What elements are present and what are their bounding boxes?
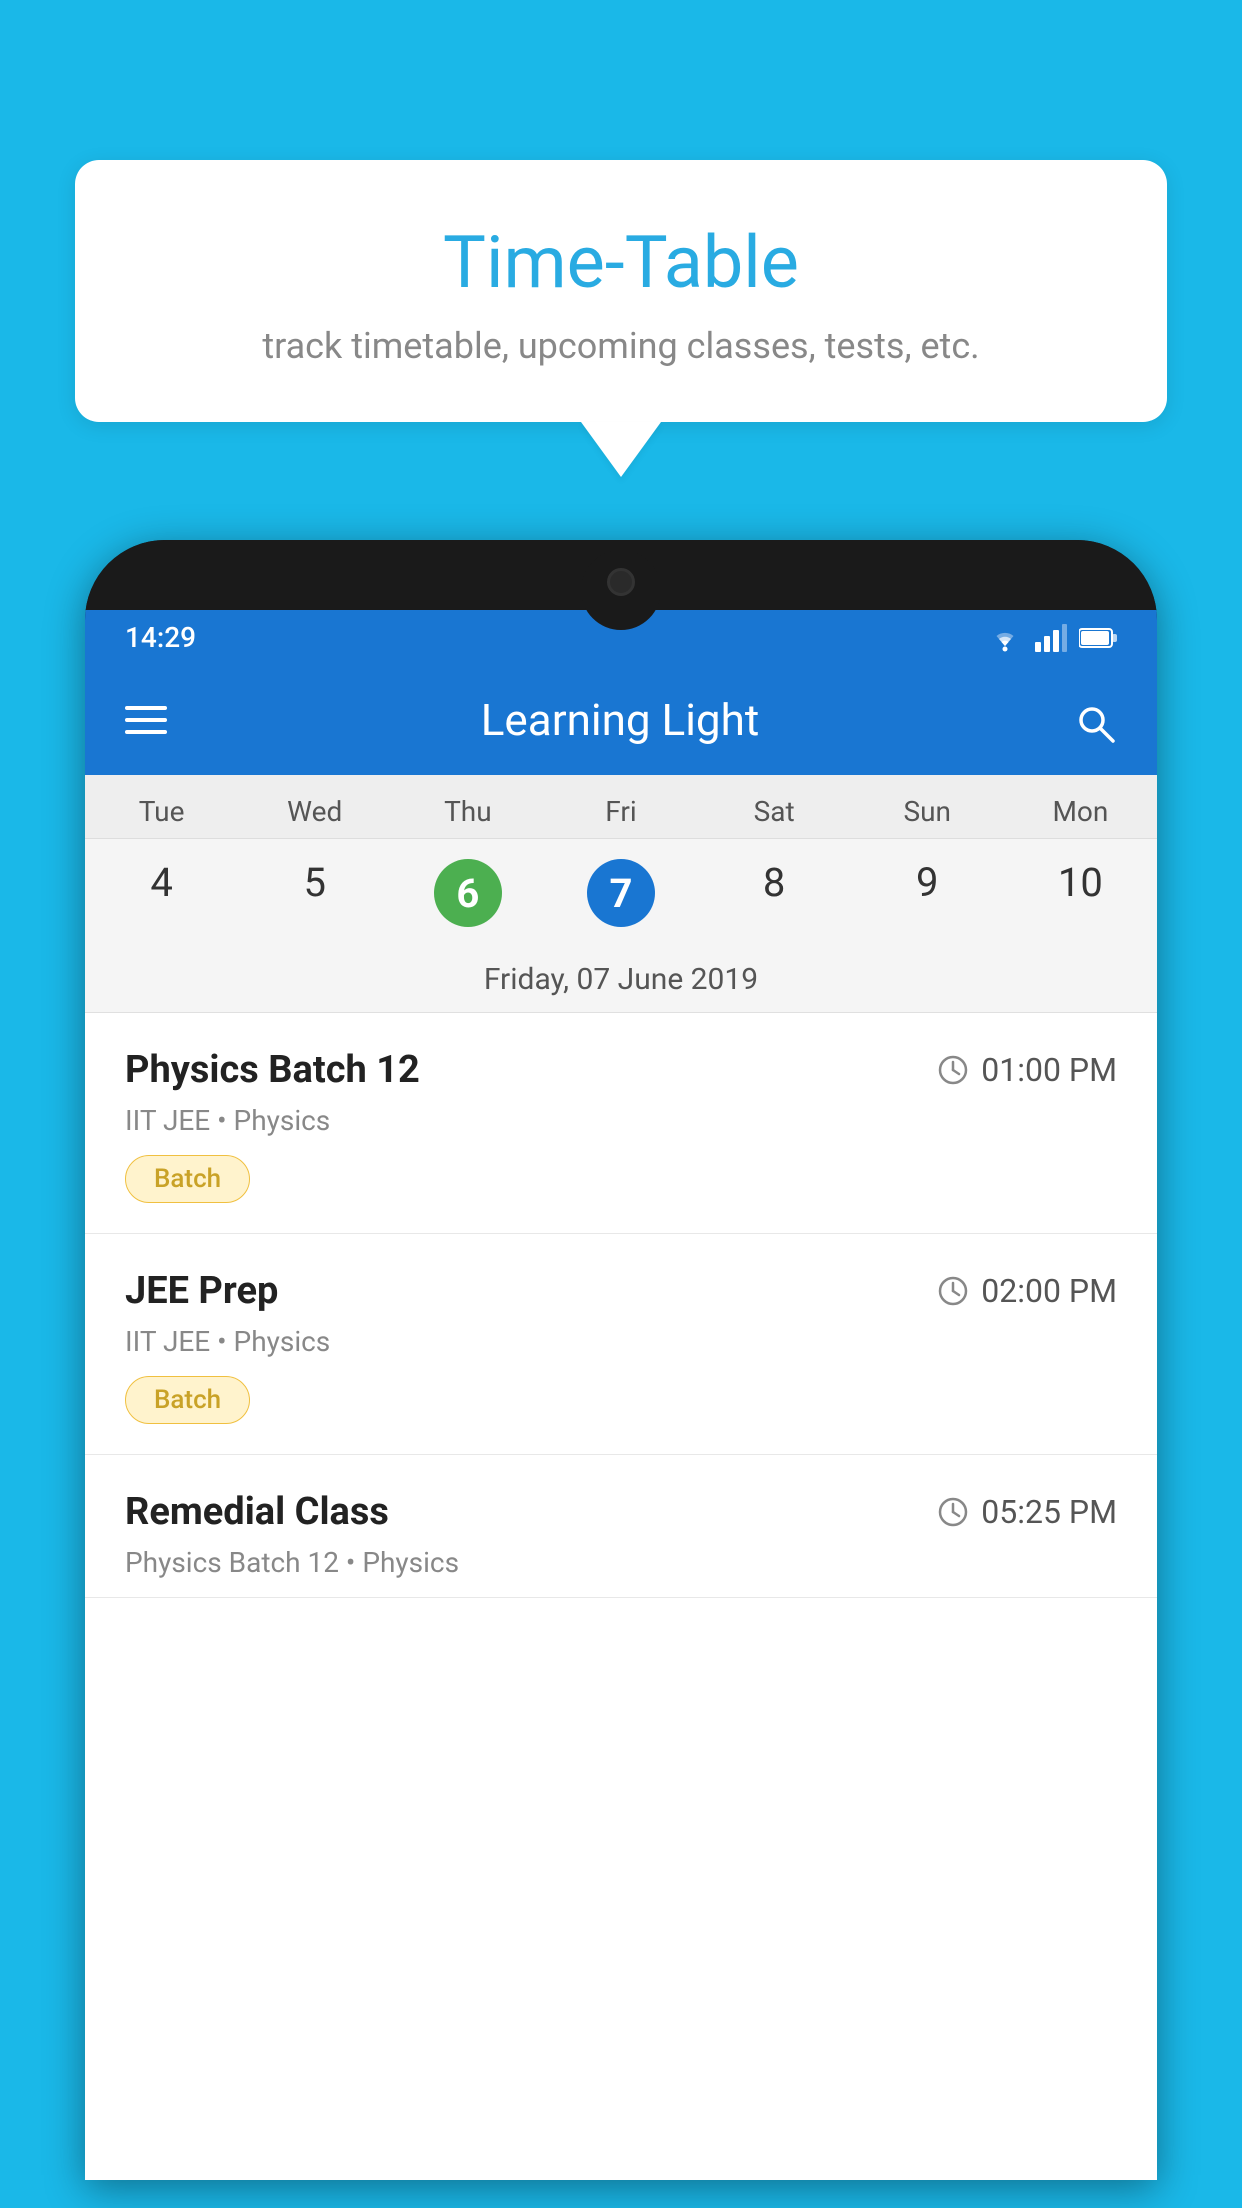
schedule-item-1-title: Physics Batch 12 [125, 1048, 420, 1092]
hamburger-line-2 [125, 718, 167, 722]
date-cell-10[interactable]: 10 [1004, 849, 1157, 937]
phone-top [85, 540, 1157, 610]
schedule-list: Physics Batch 12 01:00 PM IIT JEE • Phys… [85, 1013, 1157, 1598]
schedule-item-1-badge: Batch [125, 1155, 250, 1203]
schedule-item-1-time: 01:00 PM [937, 1051, 1117, 1089]
day-label-tue: Tue [85, 775, 238, 838]
signal-icon [1035, 624, 1067, 652]
schedule-item-2-header: JEE Prep 02:00 PM [125, 1269, 1117, 1313]
day-label-mon: Mon [1004, 775, 1157, 838]
schedule-item-3-subtitle: Physics Batch 12 • Physics [125, 1546, 1117, 1579]
day-label-thu: Thu [391, 775, 544, 838]
schedule-item-2-badge: Batch [125, 1376, 250, 1424]
schedule-item-2-time-text: 02:00 PM [981, 1272, 1117, 1310]
dates-row: 4 5 6 7 8 9 10 [85, 839, 1157, 947]
phone-frame: 14:29 [85, 540, 1157, 2180]
speech-bubble-tail [581, 422, 661, 477]
schedule-item-2[interactable]: JEE Prep 02:00 PM IIT JEE • Physics Batc… [85, 1234, 1157, 1455]
date-cell-9[interactable]: 9 [851, 849, 1004, 937]
schedule-item-2-time: 02:00 PM [937, 1272, 1117, 1310]
date-cell-5[interactable]: 5 [238, 849, 391, 937]
day-label-sat: Sat [698, 775, 851, 838]
today-circle: 6 [434, 859, 502, 927]
hamburger-menu-icon[interactable] [125, 706, 167, 734]
day-label-wed: Wed [238, 775, 391, 838]
speech-bubble-container: Time-Table track timetable, upcoming cla… [75, 160, 1167, 477]
schedule-item-1-time-text: 01:00 PM [981, 1051, 1117, 1089]
status-time: 14:29 [125, 621, 196, 654]
date-cell-8[interactable]: 8 [698, 849, 851, 937]
day-label-fri: Fri [544, 775, 697, 838]
hamburger-line-1 [125, 706, 167, 710]
calendar-header: Tue Wed Thu Fri Sat Sun Mon 4 5 6 7 [85, 775, 1157, 1013]
speech-bubble: Time-Table track timetable, upcoming cla… [75, 160, 1167, 422]
selected-circle: 7 [587, 859, 655, 927]
schedule-item-1-header: Physics Batch 12 01:00 PM [125, 1048, 1117, 1092]
schedule-item-2-subtitle: IIT JEE • Physics [125, 1325, 1117, 1358]
date-cell-6[interactable]: 6 [391, 849, 544, 937]
schedule-item-1[interactable]: Physics Batch 12 01:00 PM IIT JEE • Phys… [85, 1013, 1157, 1234]
clock-icon-3 [937, 1496, 969, 1528]
search-button[interactable] [1073, 694, 1117, 746]
schedule-item-3-header: Remedial Class 05:25 PM [125, 1490, 1117, 1534]
selected-date-bar: Friday, 07 June 2019 [85, 947, 1157, 1013]
battery-icon [1079, 627, 1117, 649]
app-title: Learning Light [207, 694, 1033, 746]
date-cell-4[interactable]: 4 [85, 849, 238, 937]
clock-icon-2 [937, 1275, 969, 1307]
phone-screen: Tue Wed Thu Fri Sat Sun Mon 4 5 6 7 [85, 775, 1157, 2180]
schedule-item-3-title: Remedial Class [125, 1490, 389, 1534]
app-toolbar: Learning Light [85, 665, 1157, 775]
schedule-item-3-time-text: 05:25 PM [981, 1493, 1117, 1531]
hamburger-line-3 [125, 730, 167, 734]
status-icons [987, 624, 1117, 652]
schedule-item-3[interactable]: Remedial Class 05:25 PM Physics Batch 12… [85, 1455, 1157, 1598]
day-label-sun: Sun [851, 775, 1004, 838]
phone-container: 14:29 [85, 540, 1157, 2208]
wifi-icon [987, 624, 1023, 652]
phone-camera [607, 568, 635, 596]
schedule-item-2-title: JEE Prep [125, 1269, 278, 1313]
schedule-item-1-subtitle: IIT JEE • Physics [125, 1104, 1117, 1137]
clock-icon-1 [937, 1054, 969, 1086]
speech-bubble-subtitle: track timetable, upcoming classes, tests… [115, 325, 1127, 367]
days-row: Tue Wed Thu Fri Sat Sun Mon [85, 775, 1157, 839]
speech-bubble-title: Time-Table [115, 220, 1127, 305]
date-cell-7[interactable]: 7 [544, 849, 697, 937]
schedule-item-3-time: 05:25 PM [937, 1493, 1117, 1531]
